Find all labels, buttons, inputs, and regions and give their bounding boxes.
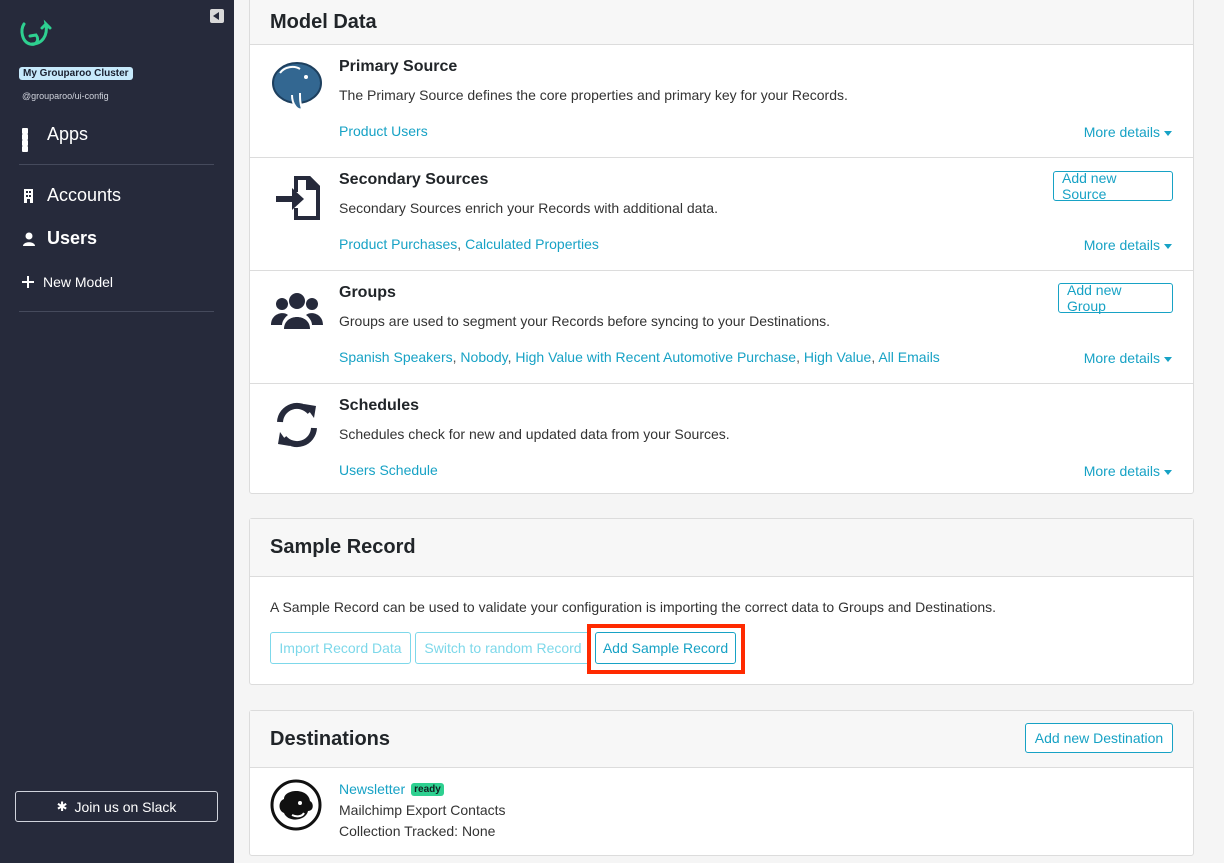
sidebar-item-label: New Model xyxy=(43,274,114,290)
more-details-link[interactable]: More details xyxy=(1084,350,1172,366)
grouparoo-logo-icon[interactable] xyxy=(18,16,54,50)
destination-name-link[interactable]: Newsletter xyxy=(339,781,405,797)
row-links: Product Purchases, Calculated Properties xyxy=(339,236,599,252)
destination-collection: Collection Tracked: None xyxy=(339,823,496,839)
row-description: Schedules check for new and updated data… xyxy=(339,426,730,442)
more-details-link[interactable]: More details xyxy=(1084,124,1172,140)
schedule-link-users-schedule[interactable]: Users Schedule xyxy=(339,462,438,478)
group-link-high-value-recent-automotive[interactable]: High Value with Recent Automotive Purcha… xyxy=(515,349,796,365)
card-header: Model Data xyxy=(250,0,1193,45)
group-link-spanish-speakers[interactable]: Spanish Speakers xyxy=(339,349,453,365)
plus-icon xyxy=(22,276,34,288)
sidebar-item-apps[interactable]: Apps xyxy=(22,124,89,152)
row-title: Groups xyxy=(339,284,396,301)
card-header: Sample Record xyxy=(250,519,1193,577)
slack-button-label: Join us on Slack xyxy=(74,798,177,815)
group-link-all-emails[interactable]: All Emails xyxy=(878,349,939,365)
primary-source-row: Primary Source The Primary Source define… xyxy=(250,45,1193,158)
sidebar-divider xyxy=(19,311,214,312)
row-links: Product Users xyxy=(339,123,428,139)
cluster-name-badge[interactable]: My Grouparoo Cluster xyxy=(19,67,133,80)
destinations-title: Destinations xyxy=(270,727,391,750)
join-slack-button[interactable]: ✱ Join us on Slack xyxy=(15,791,218,822)
sidebar-item-accounts[interactable]: Accounts xyxy=(22,185,121,206)
model-data-card: Model Data Primary Source The Primary So… xyxy=(249,0,1194,494)
highlight-box xyxy=(587,624,745,674)
mailchimp-icon xyxy=(270,779,322,831)
switch-random-record-button[interactable]: Switch to random Record xyxy=(415,632,591,664)
destination-item[interactable]: Newsletter ready xyxy=(339,781,444,797)
secondary-sources-row: Secondary Sources Secondary Sources enri… xyxy=(250,158,1193,271)
file-import-icon xyxy=(276,176,320,220)
add-new-destination-button[interactable]: Add new Destination xyxy=(1025,723,1173,753)
sidebar-divider xyxy=(19,164,214,165)
sidebar-item-users[interactable]: Users xyxy=(22,228,97,249)
sample-record-description: A Sample Record can be used to validate … xyxy=(270,599,997,615)
row-title: Primary Source xyxy=(339,58,458,75)
groups-row: Groups Groups are used to segment your R… xyxy=(250,271,1193,384)
sidebar-item-new-model[interactable]: New Model xyxy=(22,274,113,290)
sidebar-item-label: Accounts xyxy=(47,185,122,205)
model-data-title: Model Data xyxy=(270,11,377,33)
destinations-card: Destinations Add new Destination Newslet… xyxy=(249,710,1194,856)
row-description: Secondary Sources enrich your Records wi… xyxy=(339,200,718,216)
collapse-sidebar-icon[interactable] xyxy=(210,9,224,23)
building-icon xyxy=(24,188,33,203)
sidebar-item-label: Apps xyxy=(47,124,89,144)
row-description: The Primary Source defines the core prop… xyxy=(339,87,848,103)
more-details-link[interactable]: More details xyxy=(1084,237,1172,253)
add-new-source-button[interactable]: Add new Source xyxy=(1053,170,1173,202)
row-title: Schedules xyxy=(339,397,420,414)
postgres-elephant-icon xyxy=(272,62,322,111)
source-link-product-purchases[interactable]: Product Purchases xyxy=(339,236,457,252)
sidebar: My Grouparoo Cluster @grouparoo/ui-confi… xyxy=(0,0,234,863)
add-new-group-button[interactable]: Add new Group xyxy=(1058,282,1173,314)
row-links: Spanish Speakers, Nobody, High Value wit… xyxy=(339,349,940,365)
users-icon xyxy=(271,293,323,329)
destination-type: Mailchimp Export Contacts xyxy=(339,802,506,818)
slack-icon: ✱ xyxy=(56,798,68,814)
row-description: Groups are used to segment your Records … xyxy=(339,313,831,329)
group-link-high-value[interactable]: High Value xyxy=(804,349,871,365)
sidebar-item-label: Users xyxy=(47,228,98,248)
apps-grid-icon xyxy=(22,127,36,152)
source-link-product-users[interactable]: Product Users xyxy=(339,123,428,139)
source-link-calculated-properties[interactable]: Calculated Properties xyxy=(465,236,599,252)
sync-icon xyxy=(277,402,317,448)
sample-record-title: Sample Record xyxy=(270,536,416,558)
row-links: Users Schedule xyxy=(339,462,438,478)
cluster-subtitle: @grouparoo/ui-config xyxy=(22,91,109,101)
more-details-link[interactable]: More details xyxy=(1084,463,1172,479)
group-link-nobody[interactable]: Nobody xyxy=(460,349,507,365)
row-title: Secondary Sources xyxy=(339,171,489,188)
schedules-row: Schedules Schedules check for new and up… xyxy=(250,384,1193,497)
status-badge: ready xyxy=(411,782,444,796)
import-record-data-button[interactable]: Import Record Data xyxy=(270,632,411,664)
user-icon xyxy=(23,232,35,246)
